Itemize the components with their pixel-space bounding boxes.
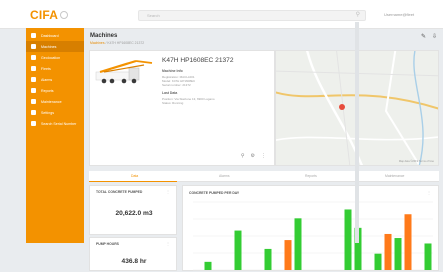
kpi-value: 20,622.0 m3: [115, 210, 153, 217]
chart-bar: [424, 243, 432, 270]
chart-bar: [374, 253, 382, 270]
edit-icon[interactable]: ✎: [421, 33, 426, 40]
sidebar-item[interactable]: Machines: [26, 41, 84, 52]
chart-bar: [344, 209, 352, 270]
info-icon[interactable]: ⋮: [166, 241, 170, 246]
breadcrumb-link[interactable]: Machines: [90, 41, 105, 45]
kpi-value: 436.8 hr: [121, 258, 147, 265]
bell-icon: [31, 77, 36, 82]
kpi-card: TOTAL CONCRETE PUMPED ⋮ 20,622.0 m3: [89, 185, 177, 235]
chart-bar: [264, 248, 272, 270]
sidebar-item-label: Search Serial Number: [41, 121, 77, 126]
sidebar-item-label: Settings: [41, 110, 54, 115]
truck-icon: [31, 44, 36, 49]
sidebar-item[interactable]: Alarms: [26, 74, 84, 85]
chart-bar: [284, 240, 292, 270]
tab-data[interactable]: Data: [131, 171, 138, 181]
dashboard-icon: [31, 33, 36, 38]
sidebar-item-label: Fleets: [41, 66, 51, 71]
sidebar: Dashboard Machines Geolocation Fleets Alarms…: [26, 28, 84, 243]
search-icon[interactable]: ⚲: [356, 12, 360, 19]
cifa-logo[interactable]: CIFA: [30, 8, 69, 22]
machine-card: K47H HP1608EC 21372 Machine Info Registr…: [89, 50, 275, 166]
tab-alarms[interactable]: Alarms: [219, 171, 230, 181]
settings-icon[interactable]: ⚙: [251, 153, 255, 159]
sidebar-item-label: Reports: [41, 88, 54, 93]
main-content: Machines Machines / K47H HP1608EC 21372 …: [84, 28, 443, 271]
logo-mark-icon: [60, 11, 69, 19]
last-data-heading: Last Data: [162, 91, 178, 95]
breadcrumb-current: / K47H HP1608EC 21372: [105, 41, 145, 45]
chart-bar: [204, 261, 212, 270]
card-tools: ⚲ ⚙ ⋮: [241, 153, 266, 159]
top-bar: CIFA Search ⚲ Username@fleet: [0, 0, 443, 29]
page-scroll-edge: [355, 22, 359, 243]
more-icon[interactable]: ⋮: [261, 153, 266, 159]
zoom-icon[interactable]: ⚲: [241, 153, 245, 159]
detail-tabs: Data Alarms Reports Maintenance: [89, 171, 439, 182]
map-footer: Map data ©2019 Terms of Use: [398, 160, 434, 163]
sidebar-item-label: Dashboard: [41, 33, 59, 38]
pin-icon: [31, 55, 36, 60]
wrench-icon: [31, 99, 36, 104]
machine-info-line: Serial number: 21372: [162, 83, 191, 87]
sidebar-item-label: Maintenance: [41, 99, 62, 104]
sidebar-item[interactable]: Dashboard: [26, 30, 84, 41]
user-name[interactable]: Username@fleet: [384, 12, 414, 17]
machine-info-line: Status: Running: [162, 101, 184, 105]
alert-icon: [31, 88, 36, 93]
folder-icon: [31, 66, 36, 71]
info-icon[interactable]: ⋮: [166, 189, 170, 194]
kpi-label: TOTAL CONCRETE PUMPED: [96, 190, 143, 194]
machine-info-heading: Machine Info: [162, 69, 183, 73]
sidebar-item[interactable]: Maintenance: [26, 96, 84, 107]
search-icon: [31, 121, 36, 126]
sidebar-item[interactable]: Search Serial Number: [26, 118, 84, 129]
breadcrumb: Machines / K47H HP1608EC 21372: [90, 41, 144, 45]
search-placeholder: Search: [147, 13, 160, 18]
truck-pump-image: [95, 59, 153, 84]
sidebar-item[interactable]: Fleets: [26, 63, 84, 74]
sidebar-item-label: Geolocation: [41, 55, 61, 60]
tab-reports[interactable]: Reports: [305, 171, 317, 181]
page-title: Machines: [90, 33, 118, 39]
chart-bar: [294, 218, 302, 270]
page-actions: ✎ ⇩: [421, 33, 437, 40]
gear-icon: [31, 110, 36, 115]
machine-code: K47H HP1608EC 21372: [162, 57, 234, 64]
search-input[interactable]: Search ⚲: [138, 10, 366, 21]
sidebar-item[interactable]: Settings: [26, 107, 84, 118]
export-icon[interactable]: ⇩: [432, 33, 437, 40]
map-marker-icon: [339, 104, 345, 110]
chart-bar: [234, 230, 242, 270]
chart-bar: [404, 214, 412, 270]
sidebar-item[interactable]: Geolocation: [26, 52, 84, 63]
concrete-chart-card: CONCRETE PUMPED PER DAY ⋮: [182, 185, 439, 271]
sidebar-item-label: Machines: [41, 44, 57, 49]
bar-chart: [193, 201, 433, 271]
logo-text: CIFA: [30, 8, 59, 22]
sidebar-item-label: Alarms: [41, 77, 53, 82]
kpi-card: PUMP HOURS ⋮ 436.8 hr: [89, 237, 177, 271]
active-tab-indicator: [89, 180, 177, 182]
sidebar-item[interactable]: Reports: [26, 85, 84, 96]
tab-maintenance[interactable]: Maintenance: [385, 171, 404, 181]
chart-bar: [384, 233, 392, 270]
